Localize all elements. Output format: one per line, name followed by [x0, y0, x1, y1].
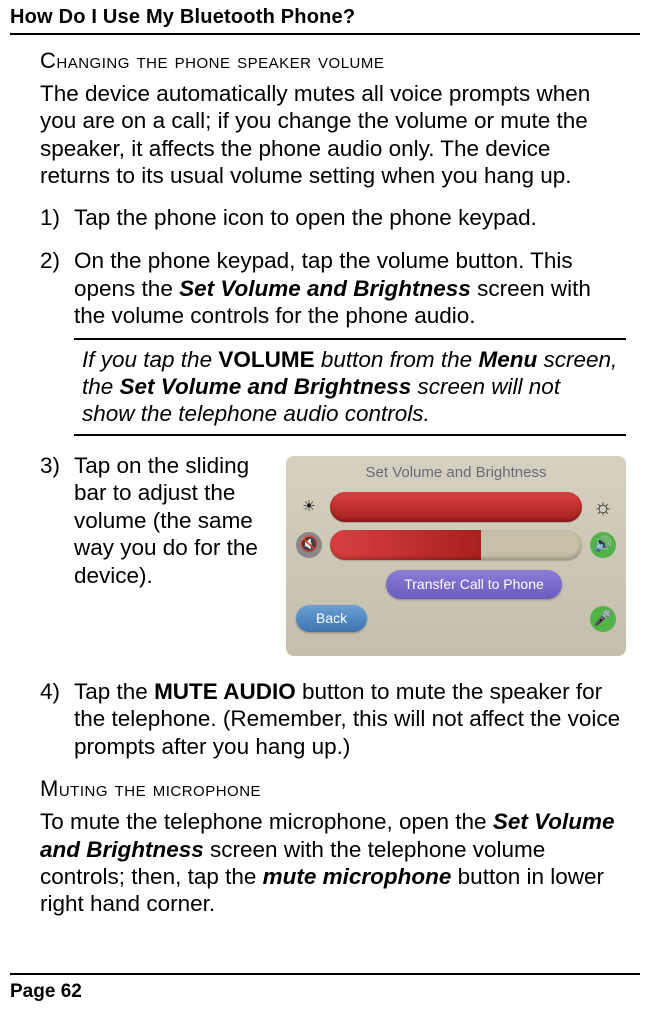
brightness-row: ☀ ☼: [296, 492, 616, 522]
step-text: Set Volume and Brightness ☀ ☼ 🔇 🔊: [74, 452, 626, 662]
step-text: Tap the phone icon to open the phone key…: [74, 204, 626, 231]
text: If you tap the: [82, 347, 218, 372]
screenshot-panel: Set Volume and Brightness ☀ ☼ 🔇 🔊: [286, 456, 626, 656]
back-button[interactable]: Back: [296, 605, 367, 632]
mute-microphone-icon[interactable]: 🎤: [590, 606, 616, 632]
step-text: Tap the MUTE AUDIO button to mute the sp…: [74, 678, 626, 760]
step-number: 3): [40, 452, 74, 662]
note-box: If you tap the VOLUME button from the Me…: [74, 338, 626, 436]
step-number: 1): [40, 204, 74, 231]
page-content: Changing the phone speaker volume The de…: [10, 35, 640, 918]
ui-name-set-volume-brightness: Set Volume and Brightness: [120, 374, 412, 399]
ui-name-mute-microphone: mute microphone: [263, 864, 452, 889]
speaker-on-icon[interactable]: 🔊: [590, 532, 616, 558]
step-1: 1) Tap the phone icon to open the phone …: [40, 204, 626, 231]
step-3: 3) Set Volume and Brightness ☀ ☼ 🔇: [40, 452, 626, 662]
text: To mute the telephone microphone, open t…: [40, 809, 493, 834]
screenshot-title: Set Volume and Brightness: [296, 462, 616, 488]
transfer-row: Transfer Call to Phone: [296, 570, 616, 599]
section-intro: The device automatically mutes all voice…: [40, 80, 626, 190]
heading-text: Muting the microphone: [40, 776, 261, 801]
step-text: On the phone keypad, tap the volume butt…: [74, 247, 626, 436]
heading-text: Changing the phone speaker volume: [40, 48, 384, 73]
volume-row: 🔇 🔊: [296, 530, 616, 560]
steps-list: 1) Tap the phone icon to open the phone …: [40, 204, 626, 760]
screenshot-set-volume-brightness: Set Volume and Brightness ☀ ☼ 🔇 🔊: [286, 456, 626, 656]
step-2: 2) On the phone keypad, tap the volume b…: [40, 247, 626, 436]
ui-name-mute-audio: MUTE AUDIO: [154, 679, 296, 704]
ui-name-volume: VOLUME: [218, 347, 314, 372]
text: Tap the: [74, 679, 154, 704]
brightness-slider[interactable]: [330, 492, 582, 522]
section2-body: To mute the telephone microphone, open t…: [40, 808, 626, 918]
bottom-row: Back 🎤: [296, 605, 616, 632]
step-number: 2): [40, 247, 74, 436]
text: button from the: [315, 347, 479, 372]
brightness-low-icon: ☀: [296, 494, 322, 520]
step-number: 4): [40, 678, 74, 760]
mute-audio-icon[interactable]: 🔇: [296, 532, 322, 558]
ui-name-menu: Menu: [478, 347, 537, 372]
page-header: How Do I Use My Bluetooth Phone?: [10, 6, 640, 35]
section-heading-muting-mic: Muting the microphone: [40, 776, 626, 802]
text: Tap on the sliding bar to adjust the vol…: [74, 453, 258, 588]
brightness-high-icon: ☼: [590, 494, 616, 520]
volume-slider[interactable]: [330, 530, 582, 560]
ui-name-set-volume-brightness: Set Volume and Brightness: [179, 276, 471, 301]
page-footer: Page 62: [10, 973, 640, 1003]
transfer-call-button[interactable]: Transfer Call to Phone: [386, 570, 562, 599]
section-heading-speaker-volume: Changing the phone speaker volume: [40, 48, 626, 74]
step-4: 4) Tap the MUTE AUDIO button to mute the…: [40, 678, 626, 760]
